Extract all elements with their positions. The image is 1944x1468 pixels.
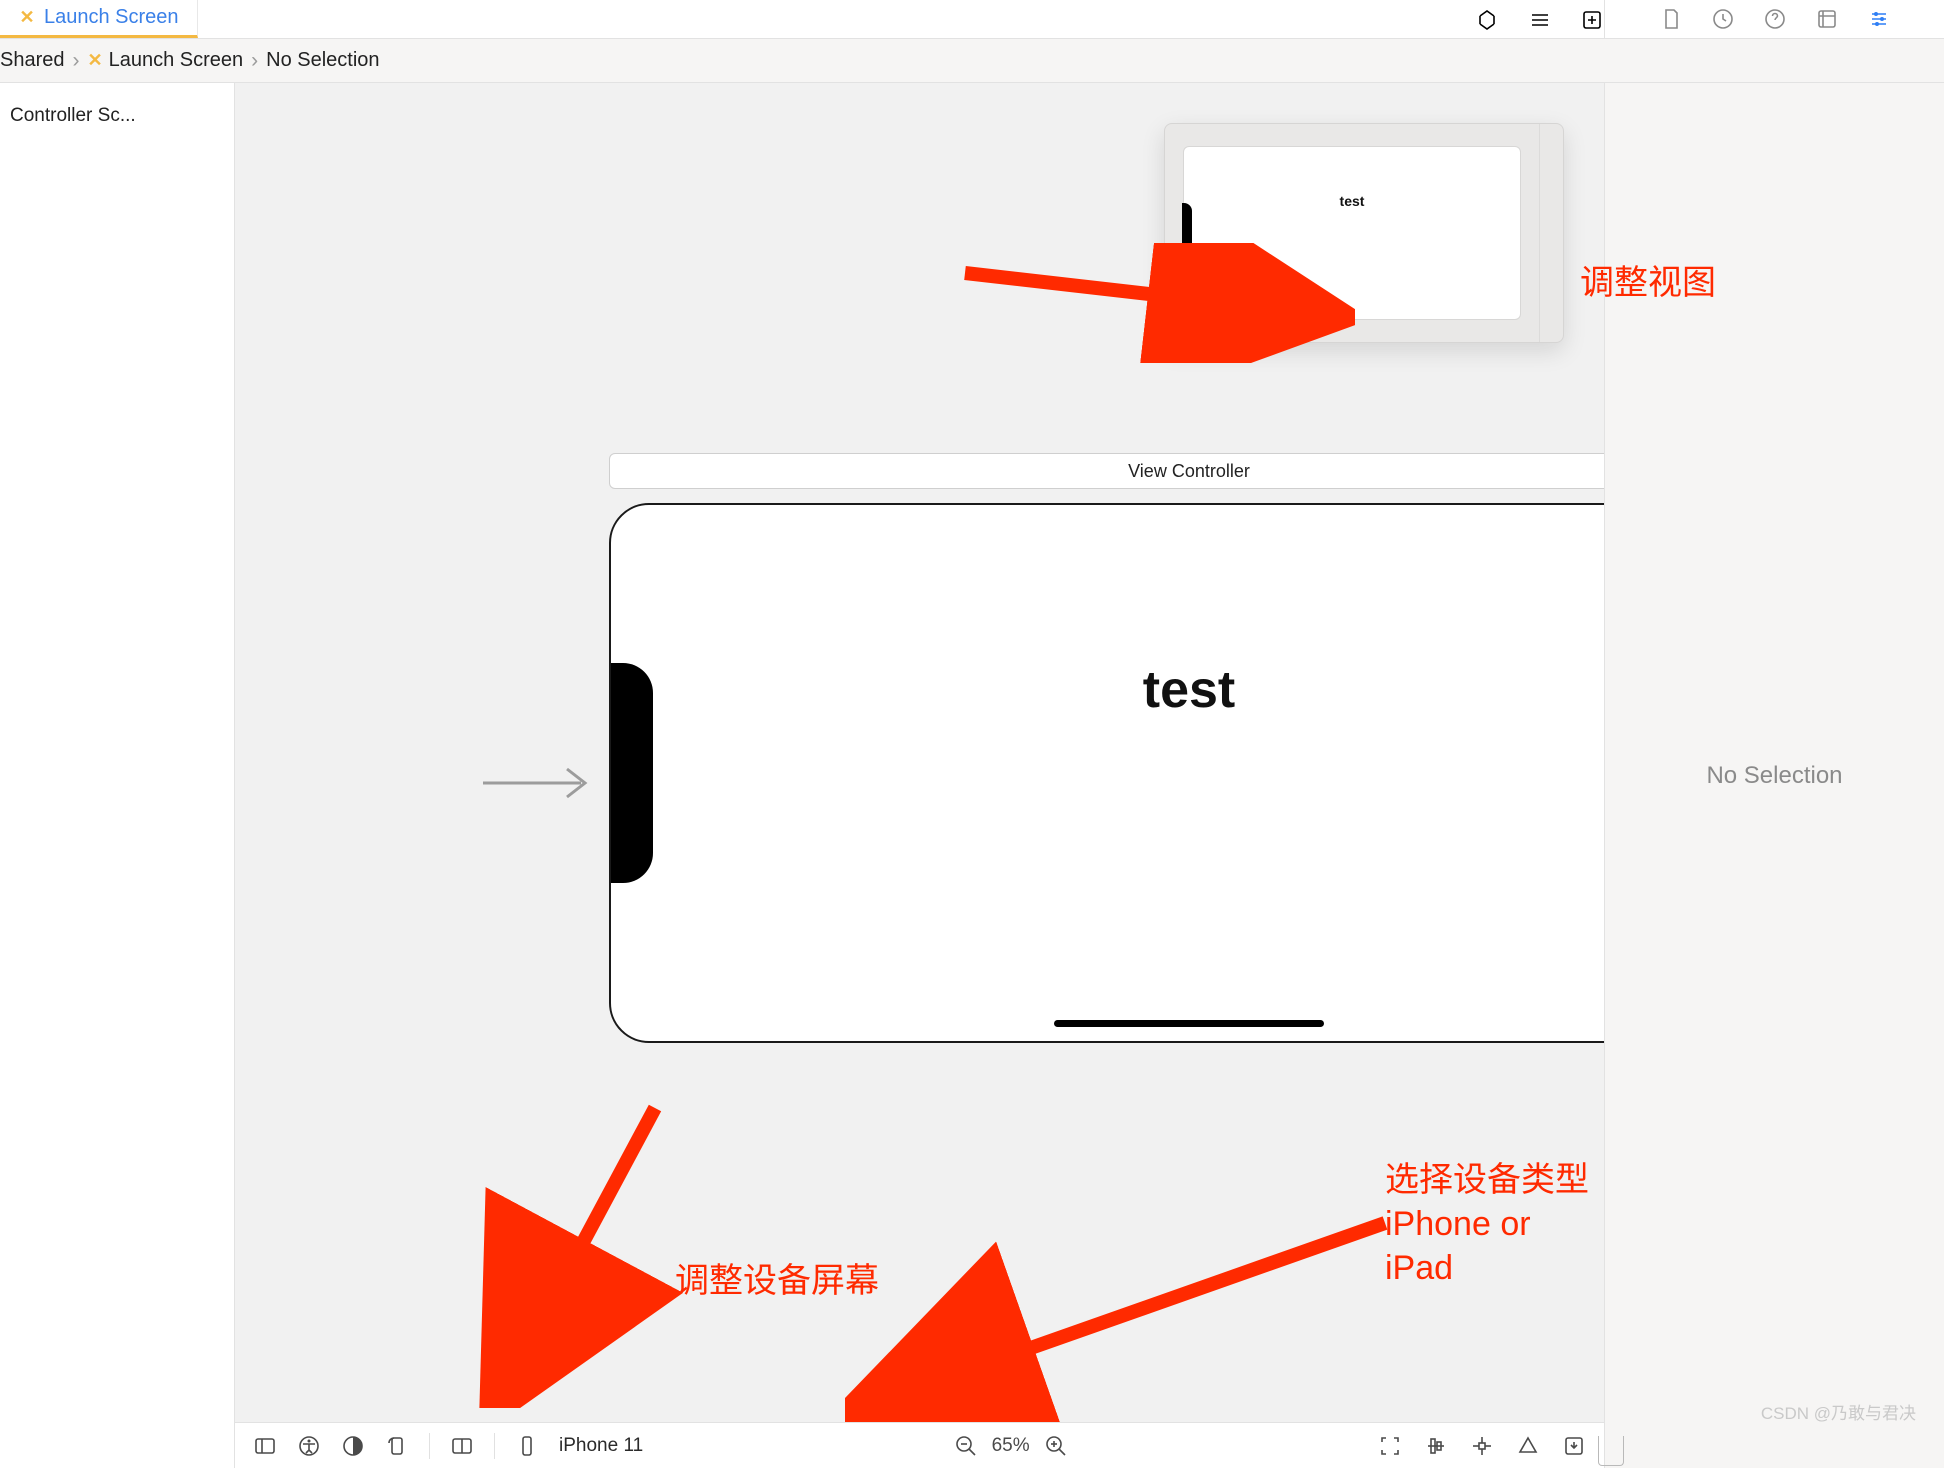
pin-constraints-icon[interactable] <box>1470 1434 1494 1458</box>
outline-item[interactable]: Controller Sc... <box>0 101 234 131</box>
adjust-editor-icon[interactable] <box>1528 8 1552 32</box>
accessibility-icon[interactable] <box>297 1434 321 1458</box>
zoom-controls: 65% <box>954 1434 1068 1458</box>
breadcrumb[interactable]: Shared › ✕ Launch Screen › No Selection <box>0 49 380 73</box>
inspector-no-selection: No Selection <box>1706 762 1842 790</box>
tab-label: Launch Screen <box>44 6 179 29</box>
breadcrumb-bar: Shared › ✕ Launch Screen › No Selection <box>0 39 1944 83</box>
zoom-in-icon[interactable] <box>1044 1434 1068 1458</box>
watermark: CSDN @乃敢与君决 <box>1761 1399 1916 1424</box>
annotation-select-device-type: 选择设备类型 iPhone or iPad <box>1385 1158 1604 1291</box>
chevron-icon: › <box>251 49 258 73</box>
storyboard-icon: ✕ <box>18 9 36 27</box>
inspector-panel: No Selection <box>1604 83 1944 1468</box>
canvas-tools <box>1378 1434 1586 1458</box>
tab-launch-screen[interactable]: ✕ Launch Screen <box>0 0 198 38</box>
scene-title-bar[interactable]: View Controller <box>609 453 1604 489</box>
resolve-issues-icon[interactable] <box>1516 1434 1540 1458</box>
annotation-arrow-devicebar <box>475 1098 695 1408</box>
entry-point-arrow[interactable] <box>481 763 601 803</box>
panel-toggle-icon[interactable] <box>253 1434 277 1458</box>
minimap-scrollbar[interactable] <box>1539 124 1563 342</box>
minimap-notch <box>1182 203 1192 263</box>
embed-in-icon[interactable] <box>1562 1434 1586 1458</box>
orientation-icon[interactable] <box>385 1434 409 1458</box>
inspector-tab-row <box>1604 0 1944 39</box>
minimap-scene[interactable]: test <box>1183 146 1521 320</box>
device-bar: iPhone 11 65% <box>235 1422 1604 1468</box>
zoom-level[interactable]: 65% <box>992 1435 1030 1457</box>
minimap-label: test <box>1340 193 1365 209</box>
document-outline[interactable]: Controller Sc... <box>0 83 235 1468</box>
device-type-icon[interactable] <box>515 1434 539 1458</box>
file-inspector-icon[interactable] <box>1659 7 1683 31</box>
minimap[interactable]: test <box>1164 123 1564 343</box>
breadcrumb-selection[interactable]: No Selection <box>266 49 379 72</box>
device-notch <box>609 663 653 883</box>
breadcrumb-file[interactable]: Launch Screen <box>109 49 244 72</box>
canvas[interactable]: test View Controller test <box>235 83 1604 1468</box>
main-area: Controller Sc... test View Controller te… <box>0 83 1944 1468</box>
focus-icon[interactable] <box>1378 1434 1402 1458</box>
device-frame[interactable]: test <box>609 503 1604 1043</box>
device-label[interactable]: iPhone 11 <box>559 1435 643 1457</box>
history-inspector-icon[interactable] <box>1711 7 1735 31</box>
annotation-arrow-deviceselect <box>845 1213 1405 1423</box>
annotation-adjust-device-screen: 调整设备屏幕 <box>675 1253 879 1302</box>
add-editor-icon[interactable] <box>1580 8 1604 32</box>
scene-title: View Controller <box>1128 461 1250 482</box>
breadcrumb-root[interactable]: Shared <box>0 49 65 72</box>
related-items-icon[interactable] <box>1476 8 1500 32</box>
identity-inspector-icon[interactable] <box>1815 7 1839 31</box>
appearance-icon[interactable] <box>341 1434 365 1458</box>
storyboard-icon: ✕ <box>88 50 103 71</box>
zoom-out-icon[interactable] <box>954 1434 978 1458</box>
home-indicator <box>1054 1020 1324 1027</box>
label-test[interactable]: test <box>1143 660 1235 720</box>
decorative-brace <box>1598 1436 1624 1466</box>
attributes-inspector-icon[interactable] <box>1867 7 1891 31</box>
editor-toolbar-right <box>1476 0 1604 39</box>
align-icon[interactable] <box>1424 1434 1448 1458</box>
help-inspector-icon[interactable] <box>1763 7 1787 31</box>
chevron-icon: › <box>73 49 80 73</box>
layout-split-icon[interactable] <box>450 1434 474 1458</box>
